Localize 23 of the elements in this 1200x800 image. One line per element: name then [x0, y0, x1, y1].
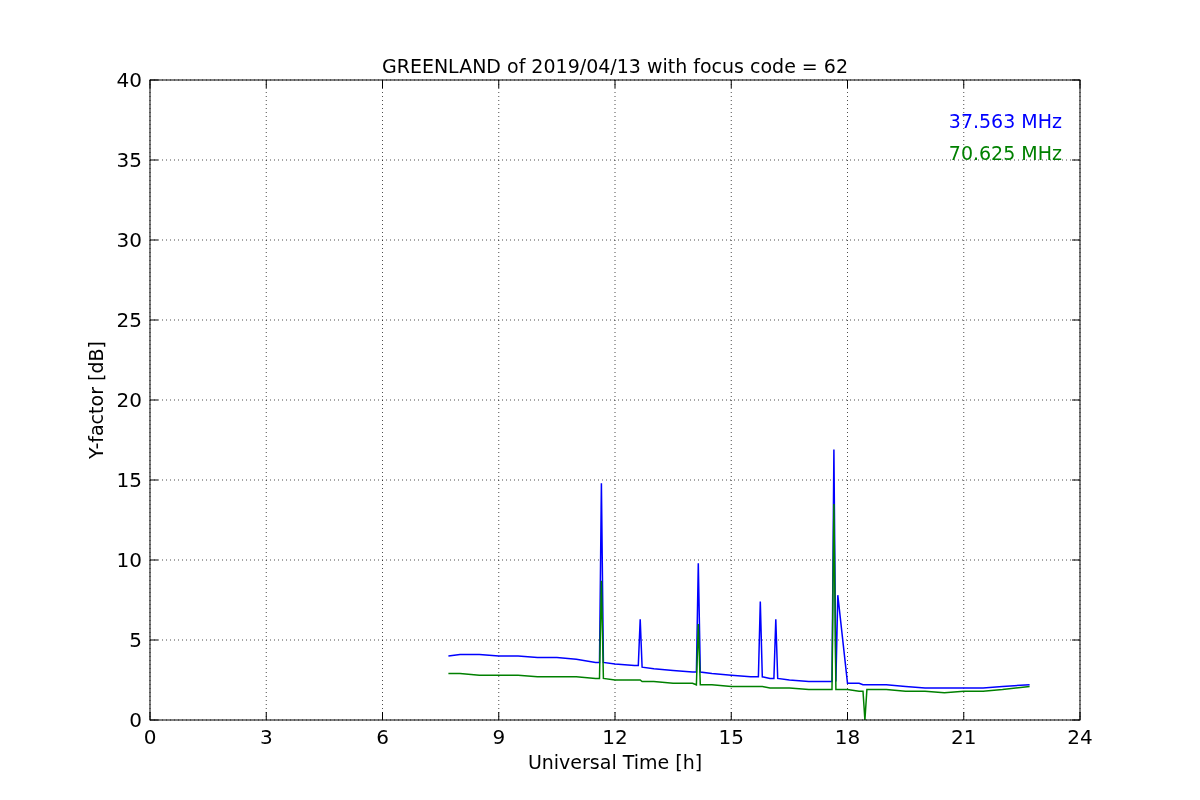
x-tick-label: 6	[376, 725, 389, 749]
x-tick-label: 15	[718, 725, 744, 749]
x-axis-label: Universal Time [h]	[527, 751, 703, 773]
y-tick-label: 10	[116, 548, 142, 572]
x-tick-label: 18	[834, 725, 861, 749]
y-tick-label: 5	[129, 628, 142, 652]
y-tick-label: 35	[116, 148, 142, 172]
y-tick-label: 15	[116, 468, 142, 492]
x-tick-label: 21	[951, 725, 977, 749]
x-tick-label: 0	[143, 725, 157, 749]
x-tick-label: 9	[492, 725, 506, 749]
chart-title: GREENLAND of 2019/04/13 with focus code = 62	[382, 55, 848, 77]
x-tick-label: 3	[259, 725, 273, 749]
legend-label: 37.563 MHz	[948, 110, 1062, 132]
y-tick-label: 25	[116, 308, 142, 332]
y-tick-label: 20	[116, 388, 142, 412]
y-tick-label: 30	[116, 228, 142, 252]
legend-label: 70.625 MHz	[948, 142, 1062, 164]
y-tick-label: 0	[129, 708, 142, 732]
y-axis-label: Y-factor [dB]	[85, 341, 107, 459]
y-tick-label: 40	[116, 68, 142, 92]
x-tick-label: 24	[1067, 725, 1093, 749]
x-tick-label: 12	[602, 725, 628, 749]
